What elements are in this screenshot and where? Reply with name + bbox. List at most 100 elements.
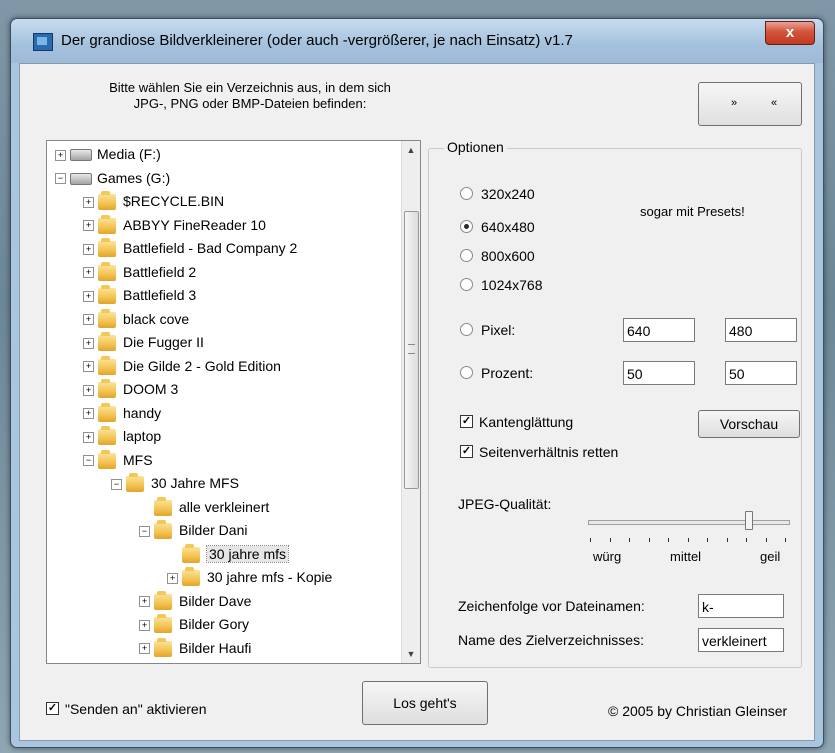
preset-radio-320[interactable]: 320x240 [460, 186, 535, 202]
tree-item[interactable]: + black cove [83, 308, 189, 331]
percent-width-input[interactable]: 50 [623, 361, 695, 385]
tree-item[interactable]: + Bilder Haufi [139, 637, 251, 660]
tree-item[interactable]: + Die Fugger II [83, 331, 204, 354]
expand-icon[interactable]: + [83, 314, 94, 326]
expand-icon[interactable]: + [83, 431, 94, 443]
tree-item[interactable]: + Bilder Dave [139, 590, 251, 613]
expand-icon[interactable]: + [55, 149, 66, 161]
tree-item-label: ABBYY FineReader 10 [123, 216, 266, 233]
expand-icon[interactable]: + [83, 267, 94, 279]
scale-low-label: würg [593, 549, 622, 564]
prefix-label: Zeichenfolge vor Dateinamen: [458, 598, 645, 614]
slider-thumb[interactable] [745, 511, 753, 530]
target-dir-input[interactable]: verkleinert [698, 628, 784, 652]
tree-item-label: Die Fugger II [123, 334, 204, 350]
tree-item[interactable]: + Battlefield 2 [83, 261, 196, 284]
tree-item[interactable]: 30 jahre mfs [167, 543, 290, 566]
folder-icon [98, 402, 116, 422]
tree-item-label: laptop [123, 428, 162, 444]
folder-icon [98, 238, 116, 258]
collapse-icon[interactable]: − [83, 455, 94, 467]
scale-high-label: geil [760, 549, 781, 564]
tree-item[interactable]: + Bilder Gory [139, 613, 249, 636]
expand-icon[interactable]: + [83, 220, 94, 232]
percent-height-input[interactable]: 50 [725, 361, 797, 385]
folder-icon [98, 285, 116, 305]
slider-tick [707, 538, 708, 542]
expand-icon[interactable]: + [139, 596, 150, 608]
expand-icon[interactable]: + [139, 643, 150, 655]
tree-item[interactable]: + Battlefield 3 [83, 284, 196, 307]
folder-icon [98, 379, 116, 399]
expand-icon[interactable]: + [167, 572, 178, 584]
scroll-up-icon[interactable]: ▲ [402, 141, 420, 159]
scroll-thumb[interactable] [404, 211, 419, 489]
scroll-down-icon[interactable]: ▼ [402, 645, 420, 663]
tree-item[interactable]: − Bilder Dani [139, 519, 247, 542]
forward-label: » [731, 97, 738, 109]
aspect-checkbox[interactable]: ✓ Seitenverhältnis retten [460, 444, 618, 460]
collapse-icon[interactable]: − [55, 173, 66, 185]
tree-item[interactable]: − Games (G:) [55, 167, 170, 190]
expand-icon[interactable]: + [83, 290, 94, 302]
tree-item[interactable]: − MFS [83, 449, 153, 472]
expand-icon[interactable]: + [83, 408, 94, 420]
tree-item-label: Battlefield 3 [123, 287, 197, 303]
sendto-checkbox[interactable]: ✓ "Senden an" aktivieren [46, 701, 206, 717]
expand-icon[interactable]: + [83, 384, 94, 396]
expand-icon[interactable]: + [83, 337, 94, 349]
preset-radio-800[interactable]: 800x600 [460, 248, 535, 264]
tree-item[interactable]: + ABBYY FineReader 10 [83, 214, 266, 237]
tree-item[interactable]: + handy [83, 402, 161, 425]
expand-icon[interactable]: + [139, 619, 150, 631]
tree-item[interactable]: + Battlefield - Bad Company 2 [83, 237, 297, 260]
percent-radio[interactable]: Prozent: [460, 365, 533, 381]
slider-tick [726, 538, 728, 542]
tree-item-label: black cove [123, 310, 190, 327]
window-title: Der grandiose Bildverkleinerer (oder auc… [61, 32, 573, 49]
tree-item[interactable]: +30 jahre mfs - Kopie [167, 566, 332, 589]
title-bar[interactable]: Der grandiose Bildverkleinerer (oder auc… [11, 19, 823, 63]
folder-icon [154, 637, 172, 657]
expand-icon[interactable]: + [83, 361, 94, 373]
antialias-checkbox[interactable]: ✓ Kantenglättung [460, 414, 573, 430]
nav-button[interactable]: » « [698, 82, 802, 126]
tree-item[interactable]: + laptop [83, 425, 161, 448]
folder-icon [98, 449, 116, 469]
slider-tick [785, 538, 786, 542]
pixel-width-input[interactable]: 640 [623, 318, 695, 342]
tree-item-label: Media (F:) [97, 146, 161, 162]
tree-item-label: handy [123, 404, 162, 421]
collapse-icon[interactable]: − [139, 525, 150, 537]
checkmark-icon: ✓ [46, 701, 59, 715]
preset-radio-640[interactable]: 640x480 [460, 219, 535, 235]
folder-icon [154, 614, 172, 634]
tree-item[interactable]: + Die Gilde 2 - Gold Edition [83, 355, 281, 378]
folder-icon [98, 214, 116, 234]
jpeg-quality-label: JPEG-Qualität: [458, 496, 552, 512]
tree-item-label: Battlefield - Bad Company 2 [123, 240, 298, 256]
tree-item-label: MFS [123, 451, 153, 468]
pixel-radio[interactable]: Pixel: [460, 322, 515, 338]
preview-button[interactable]: Vorschau [698, 410, 800, 438]
tree-scrollbar[interactable]: ▲ ▼ [401, 141, 420, 663]
tree-item[interactable]: + Media (F:) [55, 143, 161, 166]
collapse-icon[interactable]: − [111, 478, 122, 490]
prefix-input[interactable]: k- [698, 594, 784, 618]
expand-icon[interactable]: + [83, 243, 94, 255]
tree-item[interactable]: + DOOM 3 [83, 378, 178, 401]
jpeg-quality-slider[interactable] [588, 520, 790, 525]
expand-icon[interactable]: + [83, 196, 94, 208]
pixel-height-input[interactable]: 480 [725, 318, 797, 342]
close-button[interactable]: x [765, 21, 815, 45]
go-button[interactable]: Los geht's [362, 681, 488, 725]
tree-item-label: $RECYCLE.BIN [123, 193, 225, 209]
tree-item[interactable]: + $RECYCLE.BIN [83, 190, 224, 213]
drive-icon [70, 172, 92, 185]
radio-icon [460, 186, 473, 200]
folder-icon [154, 520, 172, 540]
tree-item[interactable]: alle verkleinert [139, 496, 269, 519]
tree-item[interactable]: − 30 Jahre MFS [111, 472, 239, 495]
folder-tree[interactable]: + Media (F:) − Games (G:) + $RECYCLE.BIN + ABBY… [46, 140, 421, 664]
preset-radio-1024[interactable]: 1024x768 [460, 277, 543, 293]
